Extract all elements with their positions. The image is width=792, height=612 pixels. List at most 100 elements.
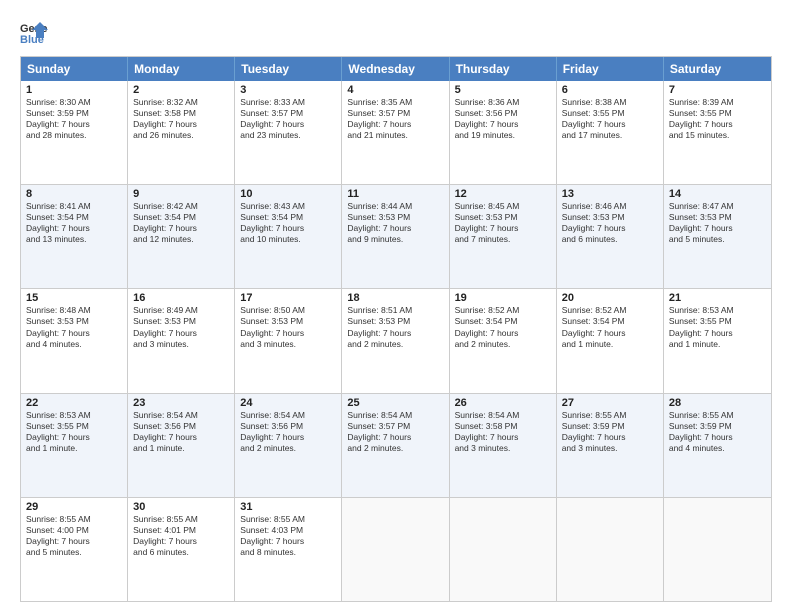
cell-line: Sunset: 4:01 PM (133, 525, 229, 536)
cell-line: Daylight: 7 hours (240, 328, 336, 339)
cell-line: Daylight: 7 hours (669, 328, 766, 339)
day-number: 10 (240, 188, 336, 200)
cell-line: Daylight: 7 hours (133, 536, 229, 547)
cell-line: Sunrise: 8:55 AM (669, 410, 766, 421)
cell-line: Sunrise: 8:55 AM (133, 514, 229, 525)
cell-line: and 1 minute. (26, 443, 122, 454)
cell-line: and 28 minutes. (26, 130, 122, 141)
cell-line: Sunset: 3:55 PM (26, 421, 122, 432)
day-number: 1 (26, 84, 122, 96)
day-number: 23 (133, 397, 229, 409)
cell-line: Sunset: 3:53 PM (240, 316, 336, 327)
cell-line: Sunrise: 8:36 AM (455, 97, 551, 108)
cell-line: and 19 minutes. (455, 130, 551, 141)
header-cell-sunday: Sunday (21, 57, 128, 81)
cell-line: Sunrise: 8:52 AM (562, 305, 658, 316)
cell-line: Sunrise: 8:55 AM (26, 514, 122, 525)
day-number: 6 (562, 84, 658, 96)
header-cell-tuesday: Tuesday (235, 57, 342, 81)
day-cell-10: 10Sunrise: 8:43 AMSunset: 3:54 PMDayligh… (235, 185, 342, 288)
cell-line: Daylight: 7 hours (669, 223, 766, 234)
cell-line: Sunrise: 8:51 AM (347, 305, 443, 316)
cell-line: and 2 minutes. (455, 339, 551, 350)
day-number: 13 (562, 188, 658, 200)
cell-line: Sunrise: 8:55 AM (240, 514, 336, 525)
cell-line: Sunrise: 8:35 AM (347, 97, 443, 108)
cell-line: Daylight: 7 hours (240, 432, 336, 443)
cell-line: and 23 minutes. (240, 130, 336, 141)
day-number: 24 (240, 397, 336, 409)
calendar-page: General Blue SundayMondayTuesdayWednesda… (0, 0, 792, 612)
day-number: 3 (240, 84, 336, 96)
cell-line: Sunset: 3:57 PM (347, 108, 443, 119)
logo: General Blue (20, 18, 52, 46)
cell-line: Daylight: 7 hours (240, 223, 336, 234)
cell-line: Daylight: 7 hours (133, 432, 229, 443)
day-cell-29: 29Sunrise: 8:55 AMSunset: 4:00 PMDayligh… (21, 498, 128, 601)
cell-line: Daylight: 7 hours (455, 223, 551, 234)
cell-line: Daylight: 7 hours (347, 432, 443, 443)
calendar-row: 29Sunrise: 8:55 AMSunset: 4:00 PMDayligh… (21, 497, 771, 601)
cell-line: Sunset: 3:53 PM (26, 316, 122, 327)
logo-icon: General Blue (20, 18, 48, 46)
cell-line: and 5 minutes. (669, 234, 766, 245)
cell-line: and 2 minutes. (347, 339, 443, 350)
day-number: 17 (240, 292, 336, 304)
cell-line: Daylight: 7 hours (26, 119, 122, 130)
cell-line: and 15 minutes. (669, 130, 766, 141)
day-number: 21 (669, 292, 766, 304)
cell-line: Daylight: 7 hours (133, 328, 229, 339)
day-cell-20: 20Sunrise: 8:52 AMSunset: 3:54 PMDayligh… (557, 289, 664, 392)
day-cell-6: 6Sunrise: 8:38 AMSunset: 3:55 PMDaylight… (557, 81, 664, 184)
day-number: 14 (669, 188, 766, 200)
cell-line: and 8 minutes. (240, 547, 336, 558)
calendar-body: 1Sunrise: 8:30 AMSunset: 3:59 PMDaylight… (21, 81, 771, 601)
cell-line: Sunset: 3:57 PM (240, 108, 336, 119)
day-cell-25: 25Sunrise: 8:54 AMSunset: 3:57 PMDayligh… (342, 394, 449, 497)
cell-line: and 1 minute. (669, 339, 766, 350)
cell-line: Sunset: 3:59 PM (669, 421, 766, 432)
day-number: 26 (455, 397, 551, 409)
calendar-row: 22Sunrise: 8:53 AMSunset: 3:55 PMDayligh… (21, 393, 771, 497)
cell-line: Sunrise: 8:47 AM (669, 201, 766, 212)
cell-line: and 9 minutes. (347, 234, 443, 245)
cell-line: Sunset: 4:00 PM (26, 525, 122, 536)
cell-line: Sunrise: 8:42 AM (133, 201, 229, 212)
day-cell-2: 2Sunrise: 8:32 AMSunset: 3:58 PMDaylight… (128, 81, 235, 184)
day-cell-5: 5Sunrise: 8:36 AMSunset: 3:56 PMDaylight… (450, 81, 557, 184)
cell-line: and 21 minutes. (347, 130, 443, 141)
cell-line: and 1 minute. (133, 443, 229, 454)
cell-line: Daylight: 7 hours (669, 432, 766, 443)
cell-line: Sunrise: 8:52 AM (455, 305, 551, 316)
cell-line: Sunset: 3:56 PM (133, 421, 229, 432)
cell-line: and 3 minutes. (240, 339, 336, 350)
day-cell-14: 14Sunrise: 8:47 AMSunset: 3:53 PMDayligh… (664, 185, 771, 288)
cell-line: Daylight: 7 hours (133, 119, 229, 130)
cell-line: Daylight: 7 hours (26, 536, 122, 547)
cell-line: Sunset: 3:55 PM (562, 108, 658, 119)
header-cell-thursday: Thursday (450, 57, 557, 81)
cell-line: and 2 minutes. (240, 443, 336, 454)
day-number: 25 (347, 397, 443, 409)
cell-line: Sunrise: 8:54 AM (455, 410, 551, 421)
cell-line: Sunset: 3:54 PM (133, 212, 229, 223)
cell-line: Sunset: 3:54 PM (455, 316, 551, 327)
cell-line: Sunrise: 8:45 AM (455, 201, 551, 212)
day-number: 11 (347, 188, 443, 200)
day-number: 29 (26, 501, 122, 513)
cell-line: Daylight: 7 hours (26, 432, 122, 443)
cell-line: Sunset: 3:59 PM (26, 108, 122, 119)
cell-line: Sunset: 3:59 PM (562, 421, 658, 432)
cell-line: Sunset: 3:56 PM (240, 421, 336, 432)
cell-line: Sunset: 3:54 PM (26, 212, 122, 223)
header-cell-wednesday: Wednesday (342, 57, 449, 81)
cell-line: Sunset: 3:54 PM (240, 212, 336, 223)
cell-line: Sunrise: 8:55 AM (562, 410, 658, 421)
calendar-header: SundayMondayTuesdayWednesdayThursdayFrid… (21, 57, 771, 81)
cell-line: Sunrise: 8:49 AM (133, 305, 229, 316)
cell-line: Sunset: 3:53 PM (562, 212, 658, 223)
cell-line: Sunrise: 8:32 AM (133, 97, 229, 108)
cell-line: and 5 minutes. (26, 547, 122, 558)
day-number: 22 (26, 397, 122, 409)
cell-line: Daylight: 7 hours (347, 223, 443, 234)
